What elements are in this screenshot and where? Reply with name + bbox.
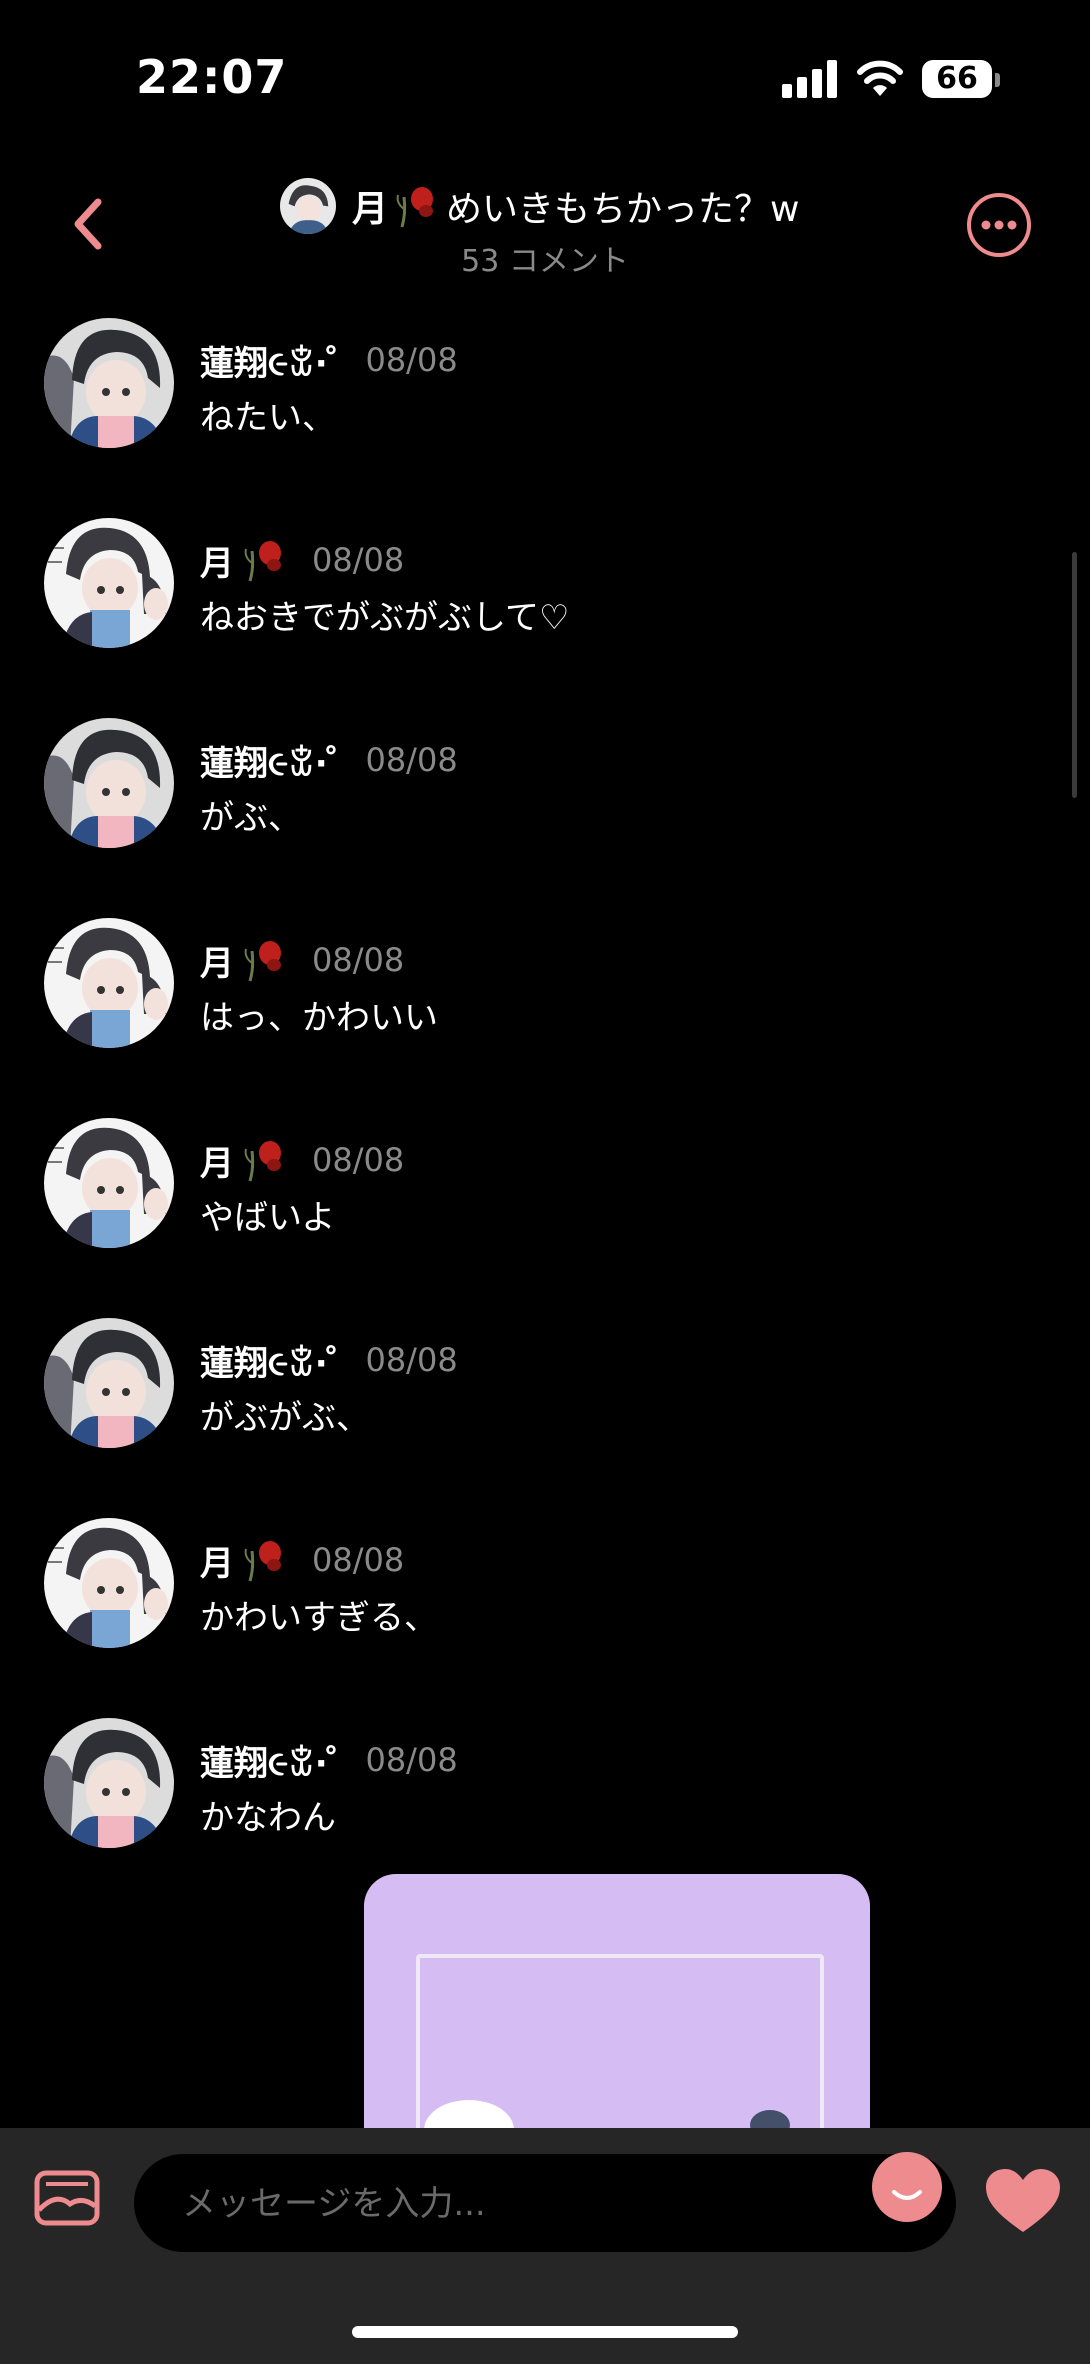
home-indicator[interactable] bbox=[352, 2326, 738, 2338]
image-icon[interactable] bbox=[34, 2170, 100, 2226]
sender-name: 蓮翔૯ꒃ· ̊ bbox=[200, 1343, 340, 1384]
sender-name: 蓮翔૯ꒃ· ̊ bbox=[200, 343, 340, 384]
sender-name: 蓮翔૯ꒃ· ̊ bbox=[200, 743, 340, 784]
message-item[interactable]: 月 08/08 はっ、かわいい bbox=[0, 918, 1090, 1058]
rose-icon bbox=[244, 1141, 281, 1182]
status-bar: 22:07 66 bbox=[0, 0, 1090, 150]
message-item[interactable]: 月 08/08 ねおきでがぶがぶして♡ bbox=[0, 518, 1090, 658]
message-text: ねたい、 bbox=[200, 398, 336, 438]
image-message[interactable] bbox=[364, 1874, 870, 2136]
avatar[interactable] bbox=[44, 1518, 174, 1648]
message-item[interactable]: 蓮翔૯ꒃ· ̊ 08/08 かなわん bbox=[0, 1718, 1090, 1858]
sender-name: 月 bbox=[200, 943, 234, 984]
avatar[interactable] bbox=[44, 318, 174, 448]
message-input[interactable] bbox=[180, 2154, 884, 2254]
title-name: 月 bbox=[352, 189, 389, 230]
comment-count: 53 コメント bbox=[461, 244, 629, 279]
chat-title[interactable]: 月 めいきもちかった？w bbox=[280, 176, 799, 236]
sender-name: 月 bbox=[200, 1143, 234, 1184]
rose-icon bbox=[244, 1541, 281, 1582]
title-avatar bbox=[280, 178, 336, 234]
message-text: がぶがぶ、 bbox=[200, 1398, 370, 1438]
sender-name: 蓮翔૯ꒃ· ̊ bbox=[200, 1743, 340, 1784]
avatar[interactable] bbox=[44, 1718, 174, 1848]
message-item[interactable]: 蓮翔૯ꒃ· ̊ 08/08 がぶ、 bbox=[0, 718, 1090, 858]
message-item[interactable]: 月 08/08 かわいすぎる、 bbox=[0, 1518, 1090, 1658]
message-text: はっ、かわいい bbox=[200, 998, 438, 1038]
avatar[interactable] bbox=[44, 1318, 174, 1448]
avatar[interactable] bbox=[44, 918, 174, 1048]
message-date: 08/08 bbox=[365, 741, 458, 779]
message-text: かわいすぎる、 bbox=[200, 1598, 438, 1638]
more-options-icon[interactable] bbox=[966, 192, 1032, 258]
battery-nub bbox=[995, 73, 1000, 87]
message-date: 08/08 bbox=[312, 941, 405, 979]
wifi-icon bbox=[857, 60, 903, 96]
message-date: 08/08 bbox=[312, 1541, 405, 1579]
rose-icon bbox=[396, 187, 434, 228]
status-time: 22:07 bbox=[136, 50, 288, 104]
message-text: がぶ、 bbox=[200, 798, 302, 838]
rose-icon bbox=[244, 541, 281, 582]
message-date: 08/08 bbox=[365, 341, 458, 379]
avatar[interactable] bbox=[44, 1118, 174, 1248]
emoji-icon[interactable] bbox=[872, 2152, 942, 2222]
message-item[interactable]: 蓮翔૯ꒃ· ̊ 08/08 ねたい、 bbox=[0, 318, 1090, 458]
battery-icon: 66 bbox=[922, 60, 992, 98]
message-date: 08/08 bbox=[365, 1741, 458, 1779]
signal-icon bbox=[782, 60, 840, 98]
message-date: 08/08 bbox=[312, 1141, 405, 1179]
message-item[interactable]: 月 08/08 やばいよ bbox=[0, 1118, 1090, 1258]
chat-header: 月 めいきもちかった？w 53 コメント bbox=[0, 160, 1090, 300]
message-date: 08/08 bbox=[365, 1341, 458, 1379]
message-input-box[interactable] bbox=[134, 2154, 956, 2254]
avatar[interactable] bbox=[44, 718, 174, 848]
heart-icon[interactable] bbox=[984, 2168, 1062, 2234]
sender-name: 月 bbox=[200, 543, 234, 584]
message-text: やばいよ bbox=[200, 1198, 336, 1238]
message-text: ねおきでがぶがぶして♡ bbox=[200, 598, 570, 638]
title-text: めいきもちかった？w bbox=[446, 189, 800, 230]
message-text: かなわん bbox=[200, 1798, 336, 1838]
message-item[interactable]: 蓮翔૯ꒃ· ̊ 08/08 がぶがぶ、 bbox=[0, 1318, 1090, 1458]
rose-icon bbox=[244, 941, 281, 982]
message-date: 08/08 bbox=[312, 541, 405, 579]
sender-name: 月 bbox=[200, 1543, 234, 1584]
avatar[interactable] bbox=[44, 518, 174, 648]
